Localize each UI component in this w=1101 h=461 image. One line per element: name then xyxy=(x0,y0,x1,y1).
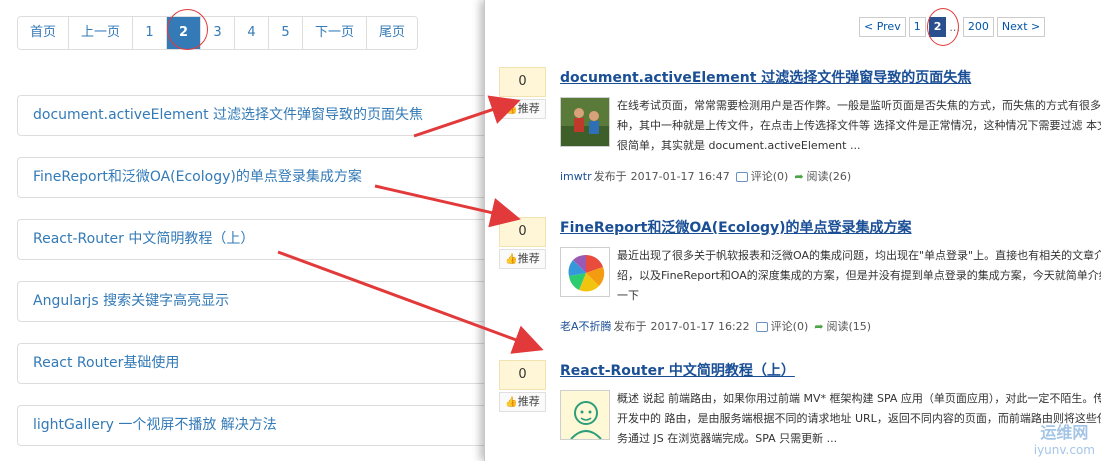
article-link[interactable]: lightGallery 一个视屏不播放 解决方法 xyxy=(17,405,497,446)
pager-ellipsis: ... xyxy=(949,20,960,34)
article-link[interactable]: React-Router 中文简明教程（上） xyxy=(17,219,497,260)
pager-page-last[interactable]: 200 xyxy=(962,17,994,37)
post-summary: 概述 说起 前端路由，如果你用过前端 MV* 框架构建 SPA 应用（单页面应用… xyxy=(617,392,1101,445)
read-count: 阅读(26) xyxy=(806,170,852,183)
pagination-last-link[interactable]: 尾页 xyxy=(367,17,418,49)
right-panel: < Prev 1 2 ... 200 Next > 0 👍推荐 document… xyxy=(484,0,1101,461)
thumb-up-icon: 👍 xyxy=(505,397,518,408)
pager-next-button[interactable]: Next > xyxy=(996,17,1046,37)
article-link[interactable]: document.activeElement 过滤选择文件弹窗导致的页面失焦 xyxy=(17,95,497,136)
post-date: 2017-01-17 16:47 xyxy=(630,169,730,183)
post-title-link[interactable]: FineReport和泛微OA(Ecology)的单点登录集成方案 xyxy=(560,217,912,237)
pagination-page-2-active[interactable]: 2 xyxy=(167,17,202,49)
article-list: document.activeElement 过滤选择文件弹窗导致的页面失焦 F… xyxy=(17,95,497,461)
vote-box: 0 👍推荐 xyxy=(499,360,546,412)
thumb-up-icon: 👍 xyxy=(505,104,518,115)
post-title-link[interactable]: document.activeElement 过滤选择文件弹窗导致的页面失焦 xyxy=(560,67,971,87)
avatar-cartoon-icon xyxy=(561,391,609,439)
post-author-link[interactable]: imwtr xyxy=(560,170,592,183)
pagination-page-4[interactable]: 4 xyxy=(235,17,270,49)
vote-count: 0 xyxy=(499,67,546,97)
pagination-page-3[interactable]: 3 xyxy=(201,17,236,49)
recommend-label: 推荐 xyxy=(517,252,540,265)
recommend-label: 推荐 xyxy=(517,395,540,408)
read-arrow-icon: ➦ xyxy=(814,319,824,333)
pagination-right: < Prev 1 2 ... 200 Next > xyxy=(859,17,1048,37)
color-wheel-icon xyxy=(561,248,609,296)
post-meta: imwtr 发布于 2017-01-17 16:47 评论(0) ➦ 阅读(26… xyxy=(560,168,851,184)
vote-box: 0 👍推荐 xyxy=(499,67,546,119)
pager-page-2-active[interactable]: 2 xyxy=(928,17,947,37)
recommend-button[interactable]: 👍推荐 xyxy=(499,99,546,119)
published-label: 发布于 xyxy=(593,170,627,183)
recommend-button[interactable]: 👍推荐 xyxy=(499,249,546,269)
article-link[interactable]: Angularjs 搜索关键字高亮显示 xyxy=(17,281,497,322)
vote-count: 0 xyxy=(499,217,546,247)
pager-page-1[interactable]: 1 xyxy=(908,17,926,37)
pagination-left: 首页 上一页 1 2 3 4 5 下一页 尾页 xyxy=(17,16,419,50)
published-label: 发布于 xyxy=(613,320,647,333)
article-link[interactable]: FineReport和泛微OA(Ecology)的单点登录集成方案 xyxy=(17,157,497,198)
post-thumbnail[interactable] xyxy=(560,390,610,440)
post-summary: 最近出现了很多关于帆软报表和泛微OA的集成问题，均出现在"单点登录"上。直接也有… xyxy=(617,249,1101,302)
pagination-page-5[interactable]: 5 xyxy=(269,17,304,49)
comment-icon xyxy=(735,172,748,182)
comment-icon xyxy=(755,322,768,332)
pagination-prev-link[interactable]: 上一页 xyxy=(69,17,134,49)
watermark-en: iyunv.com xyxy=(1033,443,1095,457)
post-author-link[interactable]: 老A不折腾 xyxy=(560,318,612,334)
read-arrow-icon: ➦ xyxy=(794,169,804,183)
post-summary: 在线考试页面，常常需要检测用户是否作弊。一般是监听页面是否失焦的方式，而失焦的方… xyxy=(617,99,1101,152)
pagination-first-link[interactable]: 首页 xyxy=(18,17,70,49)
post-thumbnail[interactable] xyxy=(560,97,610,147)
recommend-label: 推荐 xyxy=(517,102,540,115)
kids-photo-icon xyxy=(561,98,609,146)
read-count: 阅读(15) xyxy=(826,320,872,333)
vote-box: 0 👍推荐 xyxy=(499,217,546,269)
pager-prev-button[interactable]: < Prev xyxy=(859,17,906,37)
vote-count: 0 xyxy=(499,360,546,390)
post-date: 2017-01-17 16:22 xyxy=(650,319,750,333)
post-title-link[interactable]: React-Router 中文简明教程（上） xyxy=(560,360,795,380)
comment-link[interactable]: 评论(0) xyxy=(751,168,789,184)
thumb-up-icon: 👍 xyxy=(505,254,518,265)
comment-link[interactable]: 评论(0) xyxy=(771,318,809,334)
pagination-page-1[interactable]: 1 xyxy=(133,17,168,49)
post-meta: 老A不折腾 发布于 2017-01-17 16:22 评论(0) ➦ 阅读(15… xyxy=(560,318,871,334)
post-thumbnail[interactable] xyxy=(560,247,610,297)
watermark-cn: 运维网 xyxy=(1040,423,1089,442)
left-panel: 首页 上一页 1 2 3 4 5 下一页 尾页 document.activeE… xyxy=(0,0,497,461)
article-link[interactable]: React Router基础使用 xyxy=(17,343,497,384)
recommend-button[interactable]: 👍推荐 xyxy=(499,392,546,412)
site-watermark: 运维网 iyunv.com xyxy=(1034,419,1095,457)
pagination-next-link[interactable]: 下一页 xyxy=(303,17,368,49)
